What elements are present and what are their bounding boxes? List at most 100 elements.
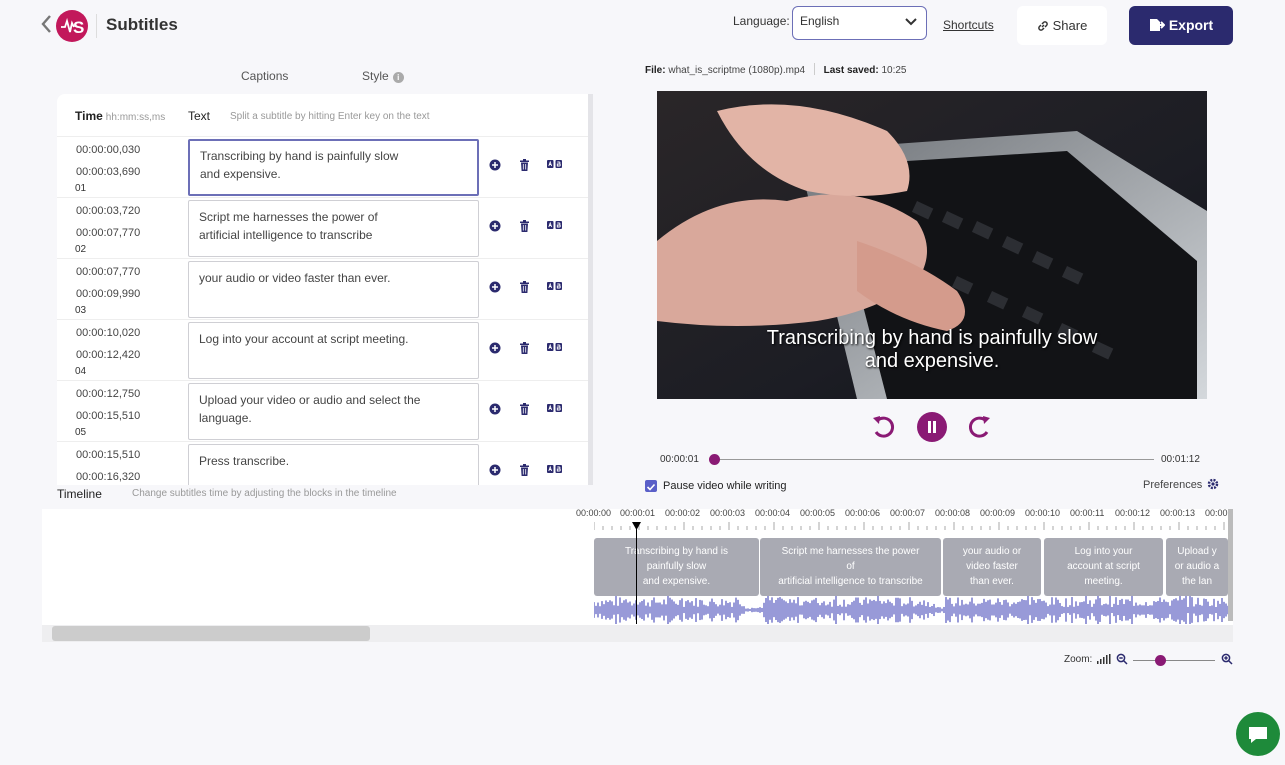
timeline-block[interactable]: Upload y or audio a the lan [1166, 538, 1228, 596]
split-caption-icon[interactable] [547, 464, 562, 474]
ruler-label: 00:00:03 [710, 508, 746, 518]
split-caption-icon[interactable] [547, 159, 562, 169]
start-time[interactable]: 00:00:00,030 [76, 144, 140, 156]
file-label: File: [645, 65, 666, 76]
shortcuts-link[interactable]: Shortcuts [943, 18, 994, 32]
end-time[interactable]: 00:00:03,690 [76, 166, 140, 178]
end-time[interactable]: 00:00:15,510 [76, 410, 140, 422]
add-caption-icon[interactable] [489, 281, 501, 293]
caption-text-field[interactable]: Log into your account at script meeting. [188, 322, 479, 379]
text-header: Text [188, 109, 211, 123]
caption-text-field[interactable]: Script me harnesses the power of artific… [188, 200, 479, 257]
timeline-block[interactable]: Log into your account at script meeting. [1044, 538, 1163, 596]
export-button[interactable]: Export [1129, 6, 1233, 45]
caption-row: 00:00:10,020 00:00:12,420 04 Log into your … [57, 320, 588, 381]
language-select[interactable]: English [792, 6, 927, 40]
captions-header: Time hh:mm:ss,ms Text Split a subtitle by… [57, 94, 588, 137]
info-icon[interactable]: i [392, 72, 404, 83]
delete-caption-icon[interactable] [519, 281, 530, 293]
end-time[interactable]: 00:00:09,990 [76, 288, 140, 300]
start-time[interactable]: 00:00:03,720 [76, 205, 140, 217]
caption-text-field[interactable]: Press transcribe. [188, 444, 479, 485]
ruler-label: 00:00:08 [935, 508, 971, 518]
start-time[interactable]: 00:00:12,750 [76, 388, 140, 400]
caption-number: 05 [75, 427, 87, 438]
timeline-block[interactable]: Transcribing by hand is painfully slow and… [594, 538, 759, 596]
start-time[interactable]: 00:00:10,020 [76, 327, 140, 339]
zoom-in-icon[interactable] [1221, 653, 1233, 665]
ruler-label: 00:00:10 [1025, 508, 1061, 518]
timeline-hint: Change subtitles time by adjusting the b… [132, 488, 397, 499]
start-time[interactable]: 00:00:15,510 [76, 449, 140, 461]
add-caption-icon[interactable] [489, 342, 501, 354]
timeline-block[interactable]: your audio or video faster than ever. [943, 538, 1041, 596]
captions-scrollbar[interactable] [588, 94, 593, 199]
delete-caption-icon[interactable] [519, 342, 530, 354]
timeline-vertical-scrollbar[interactable] [1228, 509, 1233, 621]
add-caption-icon[interactable] [489, 159, 501, 171]
seek-handle[interactable] [709, 454, 720, 465]
timeline-block[interactable]: Script me harnesses the power of artificia… [760, 538, 941, 596]
zoom-slider[interactable] [1133, 660, 1215, 661]
add-caption-icon[interactable] [489, 220, 501, 232]
language-label: Language: [733, 14, 790, 28]
export-label: Export [1168, 17, 1214, 33]
ruler-label: 00:00:00 [576, 508, 612, 518]
end-time[interactable]: 00:00:12,420 [76, 349, 140, 361]
split-caption-icon[interactable] [547, 403, 562, 413]
share-button[interactable]: Share [1017, 6, 1107, 45]
logo-icon: S [56, 10, 88, 42]
time-header-label: Time [75, 109, 103, 123]
timeline-block-line: or audio a [1174, 561, 1220, 572]
ruler-label: 00:00:14 [1205, 508, 1230, 518]
rewind-icon[interactable] [870, 410, 898, 442]
zoom-label: Zoom: [1064, 654, 1093, 665]
ruler-label: 00:00:01 [620, 508, 656, 518]
video-player[interactable]: Transcribing by hand is painfully slow a… [657, 91, 1207, 399]
delete-caption-icon[interactable] [519, 403, 530, 415]
split-caption-icon[interactable] [547, 220, 562, 230]
current-time: 00:00:01 [660, 454, 699, 465]
add-caption-icon[interactable] [489, 403, 501, 415]
end-time[interactable]: 00:00:07,770 [76, 227, 140, 239]
timeline-block-line: artificial intelligence to transcribe [778, 576, 923, 587]
delete-caption-icon[interactable] [519, 464, 530, 476]
chat-button[interactable] [1236, 712, 1280, 756]
tab-captions[interactable]: Captions [241, 69, 288, 83]
saved-label: Last saved: [823, 65, 879, 76]
delete-caption-icon[interactable] [519, 220, 530, 232]
captions-panel: Time hh:mm:ss,ms Text Split a subtitle by… [57, 94, 593, 485]
forward-icon[interactable] [965, 410, 993, 442]
delete-caption-icon[interactable] [519, 159, 530, 171]
header-divider [96, 14, 97, 38]
pause-button[interactable] [917, 412, 947, 442]
caption-text-field[interactable]: Upload your video or audio and select th… [188, 383, 479, 440]
caption-text-field[interactable]: your audio or video faster than ever. [188, 261, 479, 318]
timeline-block-line: of [846, 561, 855, 572]
saved-time: 10:25 [881, 65, 907, 76]
caption-number: 01 [75, 183, 87, 194]
caption-text-field[interactable]: Transcribing by hand is painfully slow a… [188, 139, 479, 196]
add-caption-icon[interactable] [489, 464, 501, 476]
tab-style-label: Style [362, 69, 389, 83]
pause-while-writing-checkbox[interactable] [645, 480, 657, 492]
zoom-slider-handle[interactable] [1155, 655, 1166, 666]
preferences-link[interactable]: Preferences [1143, 479, 1202, 491]
playhead[interactable] [636, 522, 637, 624]
split-caption-icon[interactable] [547, 342, 562, 352]
timeline-block-line: and expensive. [642, 576, 711, 587]
timeline-scroll-thumb[interactable] [52, 626, 370, 641]
pause-while-writing-label[interactable]: Pause video while writing [663, 480, 787, 492]
zoom-out-icon[interactable] [1116, 653, 1128, 665]
text-hint: Split a subtitle by hitting Enter key on… [230, 111, 430, 122]
end-time[interactable]: 00:00:16,320 [76, 471, 140, 483]
tab-style[interactable]: Style i [362, 69, 404, 83]
split-caption-icon[interactable] [547, 281, 562, 291]
ruler-label: 00:00:12 [1115, 508, 1151, 518]
gear-icon[interactable] [1207, 478, 1219, 490]
playhead-marker-icon[interactable] [632, 522, 641, 531]
start-time[interactable]: 00:00:07,770 [76, 266, 140, 278]
back-icon[interactable] [40, 14, 54, 36]
ruler-label: 00:00:02 [665, 508, 701, 518]
seek-bar[interactable] [714, 459, 1154, 460]
